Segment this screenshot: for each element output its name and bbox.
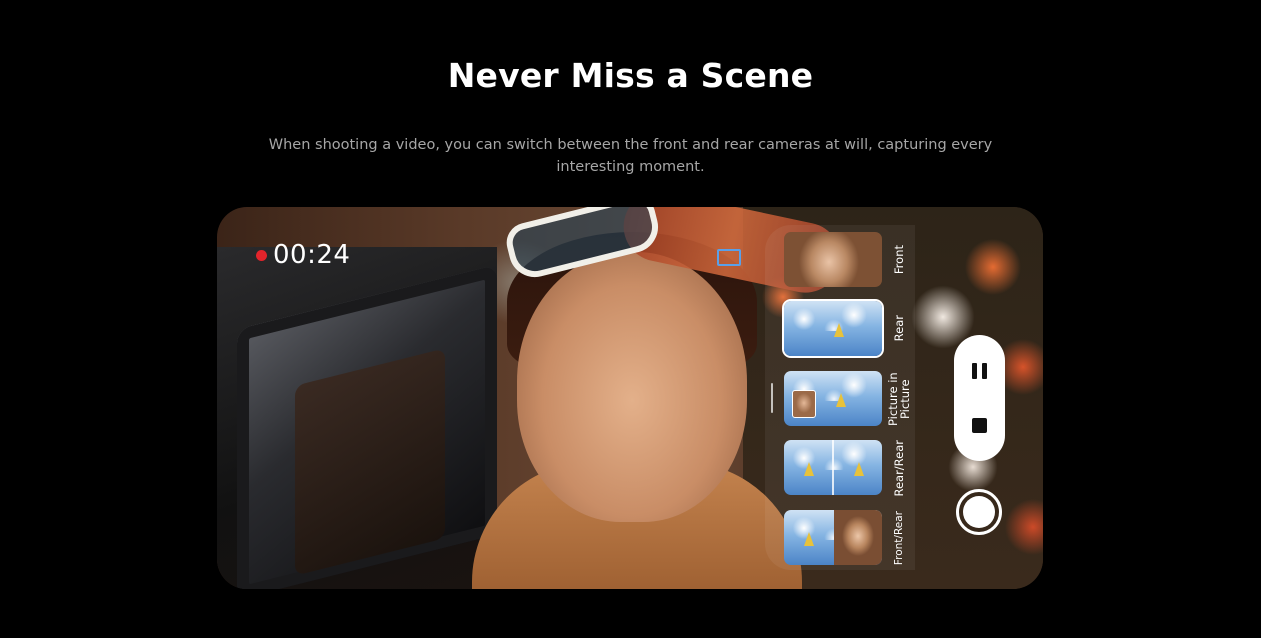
shutter-button[interactable]: [956, 489, 1002, 535]
mode-thumb-picture-in-picture[interactable]: [784, 371, 882, 426]
mode-label-front-rear[interactable]: Front/Rear: [887, 505, 911, 571]
mode-thumb-rear-rear[interactable]: [784, 440, 882, 495]
thumb-boat: [804, 462, 814, 476]
thumb-clouds: [784, 301, 882, 332]
thumb-front-face: [833, 510, 882, 565]
recording-time: 00:24: [273, 240, 351, 270]
mode-label-front[interactable]: Front: [887, 232, 911, 287]
mode-label-rear-rear[interactable]: Rear/Rear: [887, 435, 911, 501]
mode-label-rear[interactable]: Rear: [887, 301, 911, 356]
scene-face: [517, 252, 747, 522]
mode-label-text: Front: [892, 244, 906, 275]
panel-handle[interactable]: [771, 383, 773, 413]
mode-label-text: Picture in Picture: [886, 372, 912, 426]
red-dot-icon: [256, 249, 267, 261]
pause-icon[interactable]: [972, 363, 987, 379]
stop-icon[interactable]: [972, 418, 987, 433]
thumb-boat: [834, 323, 844, 337]
screen-ratio-icon[interactable]: [717, 249, 741, 266]
page: Never Miss a Scene When shooting a video…: [0, 0, 1261, 638]
thumb-pip-face: [792, 390, 816, 418]
mode-thumb-front[interactable]: [784, 232, 882, 287]
thumb-boat: [854, 462, 864, 476]
mode-thumb-rear[interactable]: [784, 301, 882, 356]
recording-controls: [954, 335, 1005, 461]
thumb-boat: [836, 393, 846, 407]
shutter-icon: [963, 496, 995, 528]
mode-label-text: Rear: [892, 315, 906, 342]
scene-camera-lens: [295, 348, 445, 576]
thumb-boat: [804, 532, 814, 546]
thumb-split: [832, 440, 834, 495]
mode-thumb-front-rear[interactable]: [784, 510, 882, 565]
page-subtitle: When shooting a video, you can switch be…: [268, 137, 993, 175]
mode-label-picture-in-picture[interactable]: Picture in Picture: [886, 363, 912, 435]
page-title: Never Miss a Scene: [447, 56, 814, 95]
recording-indicator: 00:24: [256, 240, 350, 270]
mode-label-text: Front/Rear: [893, 510, 905, 566]
camera-viewfinder: 00:24 Front Rear Picture in Picture Rear…: [217, 207, 1043, 589]
mode-label-text: Rear/Rear: [892, 439, 906, 497]
